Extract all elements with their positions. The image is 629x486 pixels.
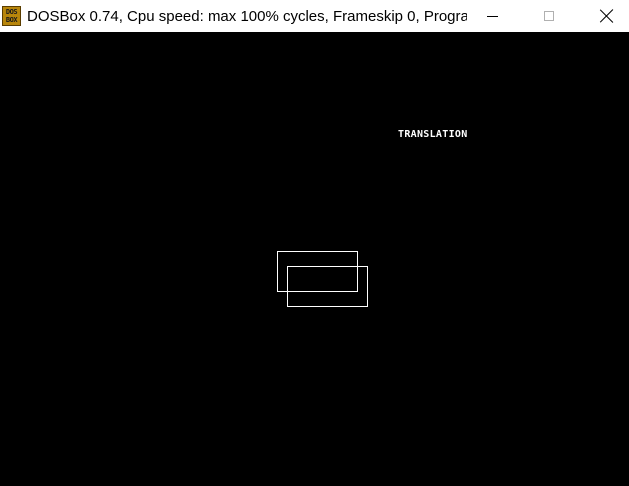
- window-title: DOSBox 0.74, Cpu speed: max 100% cycles,…: [27, 8, 467, 25]
- close-button[interactable]: [584, 0, 629, 32]
- maximize-icon: [544, 11, 554, 21]
- icon-text-bottom: BOX: [5, 16, 18, 24]
- minimize-icon: [486, 15, 498, 17]
- dosbox-icon[interactable]: DOS BOX: [2, 6, 21, 26]
- maximize-button[interactable]: [526, 0, 572, 32]
- close-icon: [600, 9, 614, 23]
- icon-text-top: DOS: [5, 8, 18, 16]
- minimize-button[interactable]: [469, 0, 515, 32]
- dosbox-window: DOS BOX DOSBox 0.74, Cpu speed: max 100%…: [0, 0, 629, 486]
- translation-label: TRANSLATION: [398, 129, 468, 140]
- dos-screen[interactable]: TRANSLATION: [0, 32, 629, 486]
- translated-rectangle: [287, 266, 368, 307]
- title-bar[interactable]: DOS BOX DOSBox 0.74, Cpu speed: max 100%…: [0, 0, 629, 32]
